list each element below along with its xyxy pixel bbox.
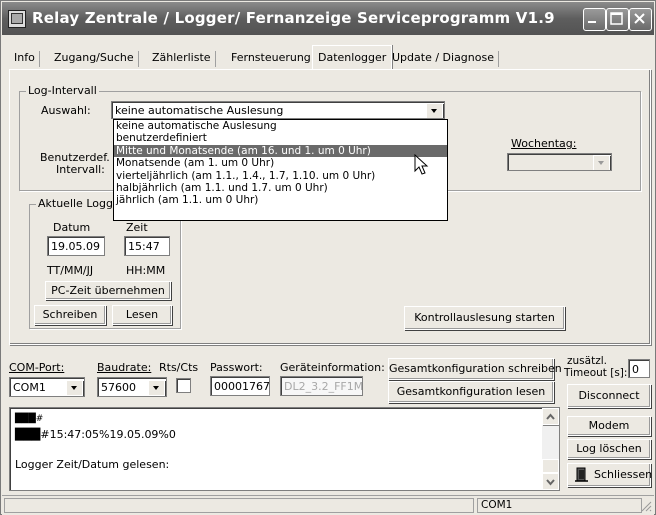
read-config-button[interactable]: Gesamtkonfiguration lesen xyxy=(388,381,554,403)
wochentag-label: Wochentag: xyxy=(511,137,577,150)
minimize-button[interactable] xyxy=(583,8,606,31)
dropdown-option[interactable]: jährlich (am 1.1. um 0 Uhr) xyxy=(114,194,447,206)
chevron-down-icon[interactable] xyxy=(66,380,83,396)
baudrate-value: 57600 xyxy=(101,381,136,394)
datum-input[interactable]: 19.05.09 xyxy=(47,236,105,256)
dropdown-option[interactable]: Monatsende (am 1. um 0 Uhr) xyxy=(114,157,447,169)
auswahl-select[interactable]: keine automatische Auslesung xyxy=(111,101,445,119)
baudrate-label: Baudrate: xyxy=(97,361,152,374)
password-label: Passwort: xyxy=(210,361,263,374)
scroll-down-button[interactable] xyxy=(542,473,559,490)
chevron-up-icon xyxy=(546,413,555,420)
write-button[interactable]: Schreiben xyxy=(34,305,106,325)
mouse-cursor-icon xyxy=(414,154,429,175)
dropdown-option[interactable]: keine automatische Auslesung xyxy=(114,120,447,132)
close-program-label: Schliessen xyxy=(594,468,653,481)
auswahl-value: keine automatische Auslesung xyxy=(115,104,284,117)
dropdown-option[interactable]: benutzerdefiniert xyxy=(114,132,447,144)
log-line: Logger Zeit/Datum gelesen: xyxy=(15,458,170,471)
log-scrollbar[interactable] xyxy=(542,408,559,490)
read-button[interactable]: Lesen xyxy=(112,305,172,325)
dropdown-option[interactable]: vierteljährlich (am 1.1., 1.4., 1.7, 1.1… xyxy=(114,170,447,182)
main-window: Relay Zentrale / Logger/ Fernanzeige Ser… xyxy=(0,0,656,515)
chevron-down-icon xyxy=(593,155,610,170)
auswahl-dropdown-list[interactable]: keine automatische Auslesung benutzerdef… xyxy=(113,119,448,221)
tab-label: Info xyxy=(14,51,35,64)
tab-datenlogger[interactable]: Datenlogger xyxy=(312,45,393,70)
wochentag-select xyxy=(507,153,612,171)
status-cell-port: COM1 xyxy=(477,498,642,513)
dropdown-option[interactable]: halbjährlich (am 1.1. und 1.7. um 0 Uhr) xyxy=(114,182,447,194)
rtscts-label: Rts/Cts xyxy=(159,361,199,374)
pc-time-button[interactable]: PC-Zeit übernehmen xyxy=(45,281,171,300)
scroll-thumb[interactable] xyxy=(542,459,559,473)
timeout-label-line2: Timeout [s]: xyxy=(564,367,628,379)
log-line: ███#15:47:05%19.05.09%0 xyxy=(15,428,176,441)
app-icon[interactable] xyxy=(8,10,26,28)
tab-fernsteuerung[interactable]: Fernsteuerung xyxy=(226,48,316,68)
tab-label: Zugang/Suche xyxy=(54,51,134,64)
com-port-value: COM1 xyxy=(13,381,46,394)
com-port-label: COM-Port: xyxy=(9,361,65,374)
tab-info[interactable]: Info xyxy=(9,48,40,68)
maximize-icon xyxy=(610,12,623,25)
disconnect-button[interactable]: Disconnect xyxy=(567,384,651,408)
zeit-format-label: HH:MM xyxy=(126,264,166,277)
tab-update-diagnose[interactable]: Update / Diagnose xyxy=(387,48,499,68)
auswahl-label: Auswahl: xyxy=(41,104,91,117)
status-cell-main xyxy=(4,498,474,513)
datum-format-label: TT/MM/JJ xyxy=(47,264,94,277)
zeit-label: Zeit xyxy=(126,221,148,234)
timeout-input[interactable]: 0 xyxy=(628,359,650,378)
log-line: ███# xyxy=(15,414,44,424)
tab-zaehlerliste[interactable]: Zählerliste xyxy=(147,48,216,68)
tab-label: Zählerliste xyxy=(152,51,211,64)
datum-label: Datum xyxy=(53,221,91,234)
tab-label: Datenlogger xyxy=(318,51,387,64)
write-config-button[interactable]: Gesamtkonfiguration schreiben xyxy=(388,358,562,380)
clear-log-button[interactable]: Log löschen xyxy=(567,439,651,459)
logger-time-legend: Aktuelle Logg xyxy=(36,197,115,210)
title-bar[interactable]: Relay Zentrale / Logger/ Fernanzeige Ser… xyxy=(2,2,654,35)
resize-grip-icon[interactable] xyxy=(640,500,652,512)
door-exit-icon xyxy=(575,467,588,482)
com-port-select[interactable]: COM1 xyxy=(9,377,85,397)
tab-zugang-suche[interactable]: Zugang/Suche xyxy=(49,48,139,68)
log-output-box[interactable]: ███# ███#15:47:05%19.05.09%0 Logger Zeit… xyxy=(9,407,560,491)
device-info-label: Geräteinformation: xyxy=(280,361,385,374)
scroll-up-button[interactable] xyxy=(542,408,559,425)
modem-button[interactable]: Modem xyxy=(567,416,651,436)
device-info-field: DL2_3.2_FF1M xyxy=(280,376,363,396)
rtscts-checkbox[interactable] xyxy=(176,378,191,393)
maximize-button[interactable] xyxy=(606,8,629,31)
close-icon xyxy=(634,13,645,24)
chevron-down-icon[interactable] xyxy=(426,103,443,118)
baudrate-select[interactable]: 57600 xyxy=(97,377,167,397)
window-title: Relay Zentrale / Logger/ Fernanzeige Ser… xyxy=(32,9,555,27)
zeit-input[interactable]: 15:47 xyxy=(124,236,170,256)
timeout-label-line1: zusätzl. xyxy=(567,355,607,367)
password-input[interactable]: 00001767 xyxy=(210,376,270,396)
control-readout-button[interactable]: Kontrollauslesung starten xyxy=(404,306,565,330)
chevron-down-icon xyxy=(546,479,555,486)
close-program-button[interactable]: Schliessen xyxy=(567,463,653,487)
chevron-down-icon[interactable] xyxy=(148,380,165,396)
intervall-label: Intervall: xyxy=(56,163,105,176)
close-window-button[interactable] xyxy=(629,8,652,31)
log-interval-legend: Log-Intervall xyxy=(26,84,99,97)
minimize-icon xyxy=(588,21,596,23)
dropdown-option-highlighted[interactable]: Mitte und Monatsende (am 16. und 1. um 0… xyxy=(114,144,447,158)
status-bar: COM1 xyxy=(2,495,654,515)
tab-label: Update / Diagnose xyxy=(392,51,494,64)
tab-label: Fernsteuerung xyxy=(231,51,311,64)
